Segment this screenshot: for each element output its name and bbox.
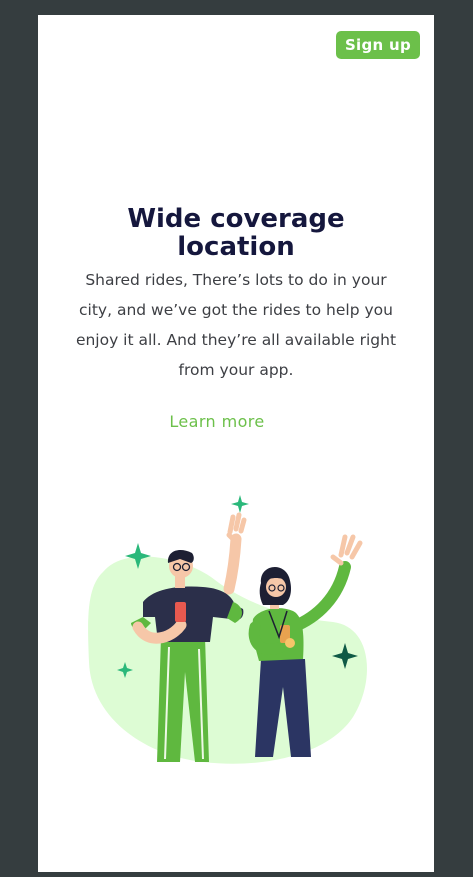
- page-title: Wide coverage location: [38, 205, 434, 261]
- description-text: Shared rides, There’s lots to do in your…: [75, 271, 397, 379]
- learn-more-link[interactable]: Learn more: [38, 412, 396, 431]
- sparkle-icon: [231, 495, 249, 513]
- title-line-1: Wide coverage: [127, 204, 345, 234]
- two-people-waving-illustration: [88, 495, 367, 764]
- app-screen: Sign up Wide coverage location Shared ri…: [38, 15, 434, 872]
- title-line-2: location: [177, 232, 295, 262]
- sign-up-button[interactable]: Sign up: [336, 31, 420, 59]
